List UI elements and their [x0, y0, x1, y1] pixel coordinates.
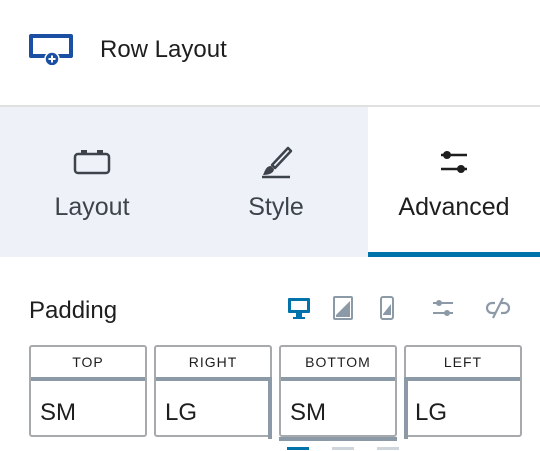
panel-header: Row Layout	[0, 0, 540, 105]
tablet-icon	[333, 296, 353, 320]
slider-indicator	[404, 377, 408, 439]
field-value[interactable]: SM	[290, 399, 326, 427]
field-value[interactable]: SM	[40, 399, 76, 427]
page-title: Row Layout	[100, 36, 227, 63]
tab-label: Advanced	[398, 193, 510, 221]
padding-left-field[interactable]: LEFT LG	[404, 345, 522, 439]
tab-style[interactable]: Style	[184, 107, 368, 257]
field-label: BOTTOM	[281, 347, 395, 381]
sliders-icon	[441, 151, 467, 173]
field-label: TOP	[31, 347, 145, 381]
link-toggle-button[interactable]	[484, 294, 512, 322]
field-label: RIGHT	[156, 347, 270, 381]
pagination-dots	[0, 447, 540, 451]
sliders-icon	[433, 300, 453, 316]
tab-layout[interactable]: Layout	[0, 107, 184, 257]
tablet-button[interactable]	[329, 294, 357, 322]
padding-bottom-field[interactable]: BOTTOM SM	[279, 345, 397, 441]
desktop-icon	[288, 298, 310, 319]
brush-icon	[262, 146, 293, 179]
field-label: LEFT	[406, 347, 520, 381]
layout-icon	[73, 150, 111, 175]
mobile-button[interactable]	[373, 294, 401, 322]
desktop-button[interactable]	[285, 294, 313, 322]
padding-inputs: TOP SM RIGHT LG BOTTOM SM LEFT LG	[29, 345, 524, 441]
tab-bar: Layout Style Advanced	[0, 107, 540, 257]
padding-top-field[interactable]: TOP SM	[29, 345, 147, 437]
padding-title: Padding	[29, 297, 118, 324]
slider-indicator	[279, 437, 397, 441]
field-value[interactable]: LG	[165, 399, 197, 427]
slider-indicator	[268, 377, 272, 439]
field-value[interactable]: LG	[415, 399, 447, 427]
unlink-icon	[485, 297, 511, 319]
tab-label: Layout	[54, 193, 130, 221]
padding-right-field[interactable]: RIGHT LG	[154, 345, 272, 439]
mobile-icon	[380, 296, 394, 320]
tab-label: Style	[248, 193, 304, 221]
row-layout-icon	[29, 34, 73, 65]
tab-advanced[interactable]: Advanced	[368, 107, 540, 257]
custom-values-button[interactable]	[429, 294, 457, 322]
